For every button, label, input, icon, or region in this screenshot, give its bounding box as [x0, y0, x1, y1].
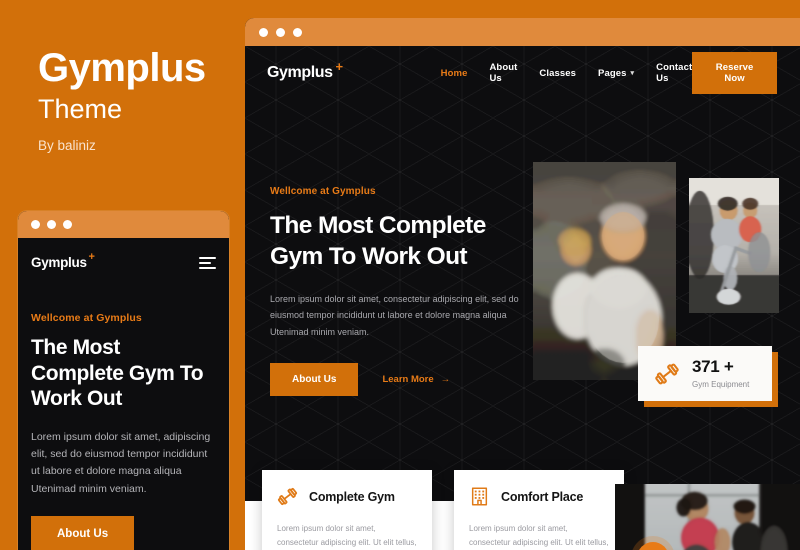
- feature-card-header: Complete Gym: [277, 486, 417, 507]
- nav-links: Home About Us Classes Pages ▾ Contact Us: [441, 62, 693, 84]
- dumbbell-icon: [655, 363, 679, 384]
- stat-badge: 371 + Gym Equipment: [638, 346, 772, 401]
- building-icon: [471, 487, 488, 506]
- plus-icon: +: [335, 59, 343, 74]
- nav-item-contact-us[interactable]: Contact Us: [656, 62, 692, 84]
- window-dot-icon[interactable]: [259, 27, 268, 37]
- mobile-viewport: Gymplus + Wellcome at Gymplus The Most Co…: [18, 238, 229, 550]
- mobile-hero-kicker: Wellcome at Gymplus: [31, 312, 142, 324]
- learn-more-label: Learn More: [382, 373, 434, 385]
- reserve-now-button[interactable]: Reserve Now: [692, 52, 777, 94]
- mobile-window-titlebar: [18, 211, 229, 238]
- promo-title: Gymplus: [38, 46, 206, 90]
- about-us-button[interactable]: About Us: [270, 362, 359, 396]
- feature-card-title: Comfort Place: [501, 489, 584, 504]
- plus-icon: +: [88, 251, 95, 263]
- stat-label: Gym Equipment: [692, 380, 750, 389]
- stat-text-group: 371 + Gym Equipment: [692, 358, 749, 389]
- feature-card-paragraph: Lorem ipsum dolor sit amet, consectetur …: [277, 524, 417, 547]
- window-dot-icon[interactable]: [31, 220, 40, 229]
- feature-card[interactable]: Complete Gym Lorem ipsum dolor sit amet,…: [262, 470, 432, 550]
- window-dot-icon[interactable]: [47, 220, 56, 229]
- nav-item-classes[interactable]: Classes: [539, 68, 576, 79]
- arrow-right-icon: →: [440, 373, 451, 385]
- nav-label: About Us: [489, 62, 518, 84]
- feature-card-paragraph: Lorem ipsum dolor sit amet, consectetur …: [469, 524, 609, 547]
- mobile-about-us-button[interactable]: About Us: [31, 516, 135, 550]
- promo-subtitle: Theme: [38, 94, 123, 124]
- window-dot-icon[interactable]: [276, 27, 285, 37]
- gym-cycling-people-photo: [689, 178, 779, 313]
- stat-value: 371 +: [692, 357, 734, 376]
- mobile-preview-window: Gymplus + Wellcome at Gymplus The Most Co…: [18, 211, 229, 550]
- nav-label: Home: [440, 67, 468, 79]
- promo-author: By baliniz: [38, 138, 96, 153]
- mobile-hero-title: The Most Complete Gym To Work Out: [31, 336, 204, 411]
- nav-label: Classes: [539, 67, 577, 79]
- hero-title: The Most Complete Gym To Work Out: [270, 212, 486, 270]
- chevron-down-icon: ▾: [630, 70, 635, 77]
- nav-item-pages[interactable]: Pages ▾: [598, 68, 634, 79]
- mobile-logo[interactable]: Gymplus +: [31, 251, 95, 270]
- mobile-hero-paragraph: Lorem ipsum dolor sit amet, adipiscing e…: [31, 430, 211, 495]
- video-thumbnail[interactable]: [615, 484, 800, 550]
- nav-item-home[interactable]: Home: [441, 68, 468, 79]
- hero-content: Wellcome at Gymplus The Most Complete Gy…: [270, 186, 520, 396]
- feature-card-title: Complete Gym: [309, 489, 395, 504]
- desktop-preview-window: Gymplus + Home About Us Classes Pages ▾ Co…: [245, 18, 800, 550]
- site-logo-text: Gymplus: [267, 64, 333, 81]
- mobile-logo-text: Gymplus: [31, 255, 87, 270]
- desktop-viewport: Gymplus + Home About Us Classes Pages ▾ Co…: [245, 46, 800, 550]
- nav-label: Pages: [598, 67, 627, 79]
- dumbbell-icon: [277, 488, 298, 505]
- feature-card[interactable]: Comfort Place Lorem ipsum dolor sit amet…: [454, 470, 624, 550]
- hero-actions: About Us Learn More →: [270, 362, 520, 396]
- site-logo[interactable]: Gymplus +: [267, 59, 343, 82]
- feature-card-header: Comfort Place: [469, 486, 609, 507]
- screenshot-root: Gymplus Theme By baliniz Gymplus + Wellco…: [0, 0, 800, 550]
- window-dot-icon[interactable]: [293, 27, 302, 37]
- hero-kicker: Wellcome at Gymplus: [270, 186, 376, 197]
- nav-label: Contact Us: [656, 62, 693, 84]
- hero-paragraph: Lorem ipsum dolor sit amet, consectetur …: [270, 293, 519, 337]
- mobile-header: Gymplus +: [31, 238, 216, 270]
- nav-item-about-us[interactable]: About Us: [489, 62, 517, 84]
- browser-titlebar: [245, 18, 800, 46]
- site-navbar: Gymplus + Home About Us Classes Pages ▾ Co…: [245, 46, 800, 100]
- window-dot-icon[interactable]: [63, 220, 72, 229]
- hamburger-menu-icon[interactable]: [199, 256, 216, 269]
- hero-learn-more-link[interactable]: Learn More →: [382, 374, 450, 385]
